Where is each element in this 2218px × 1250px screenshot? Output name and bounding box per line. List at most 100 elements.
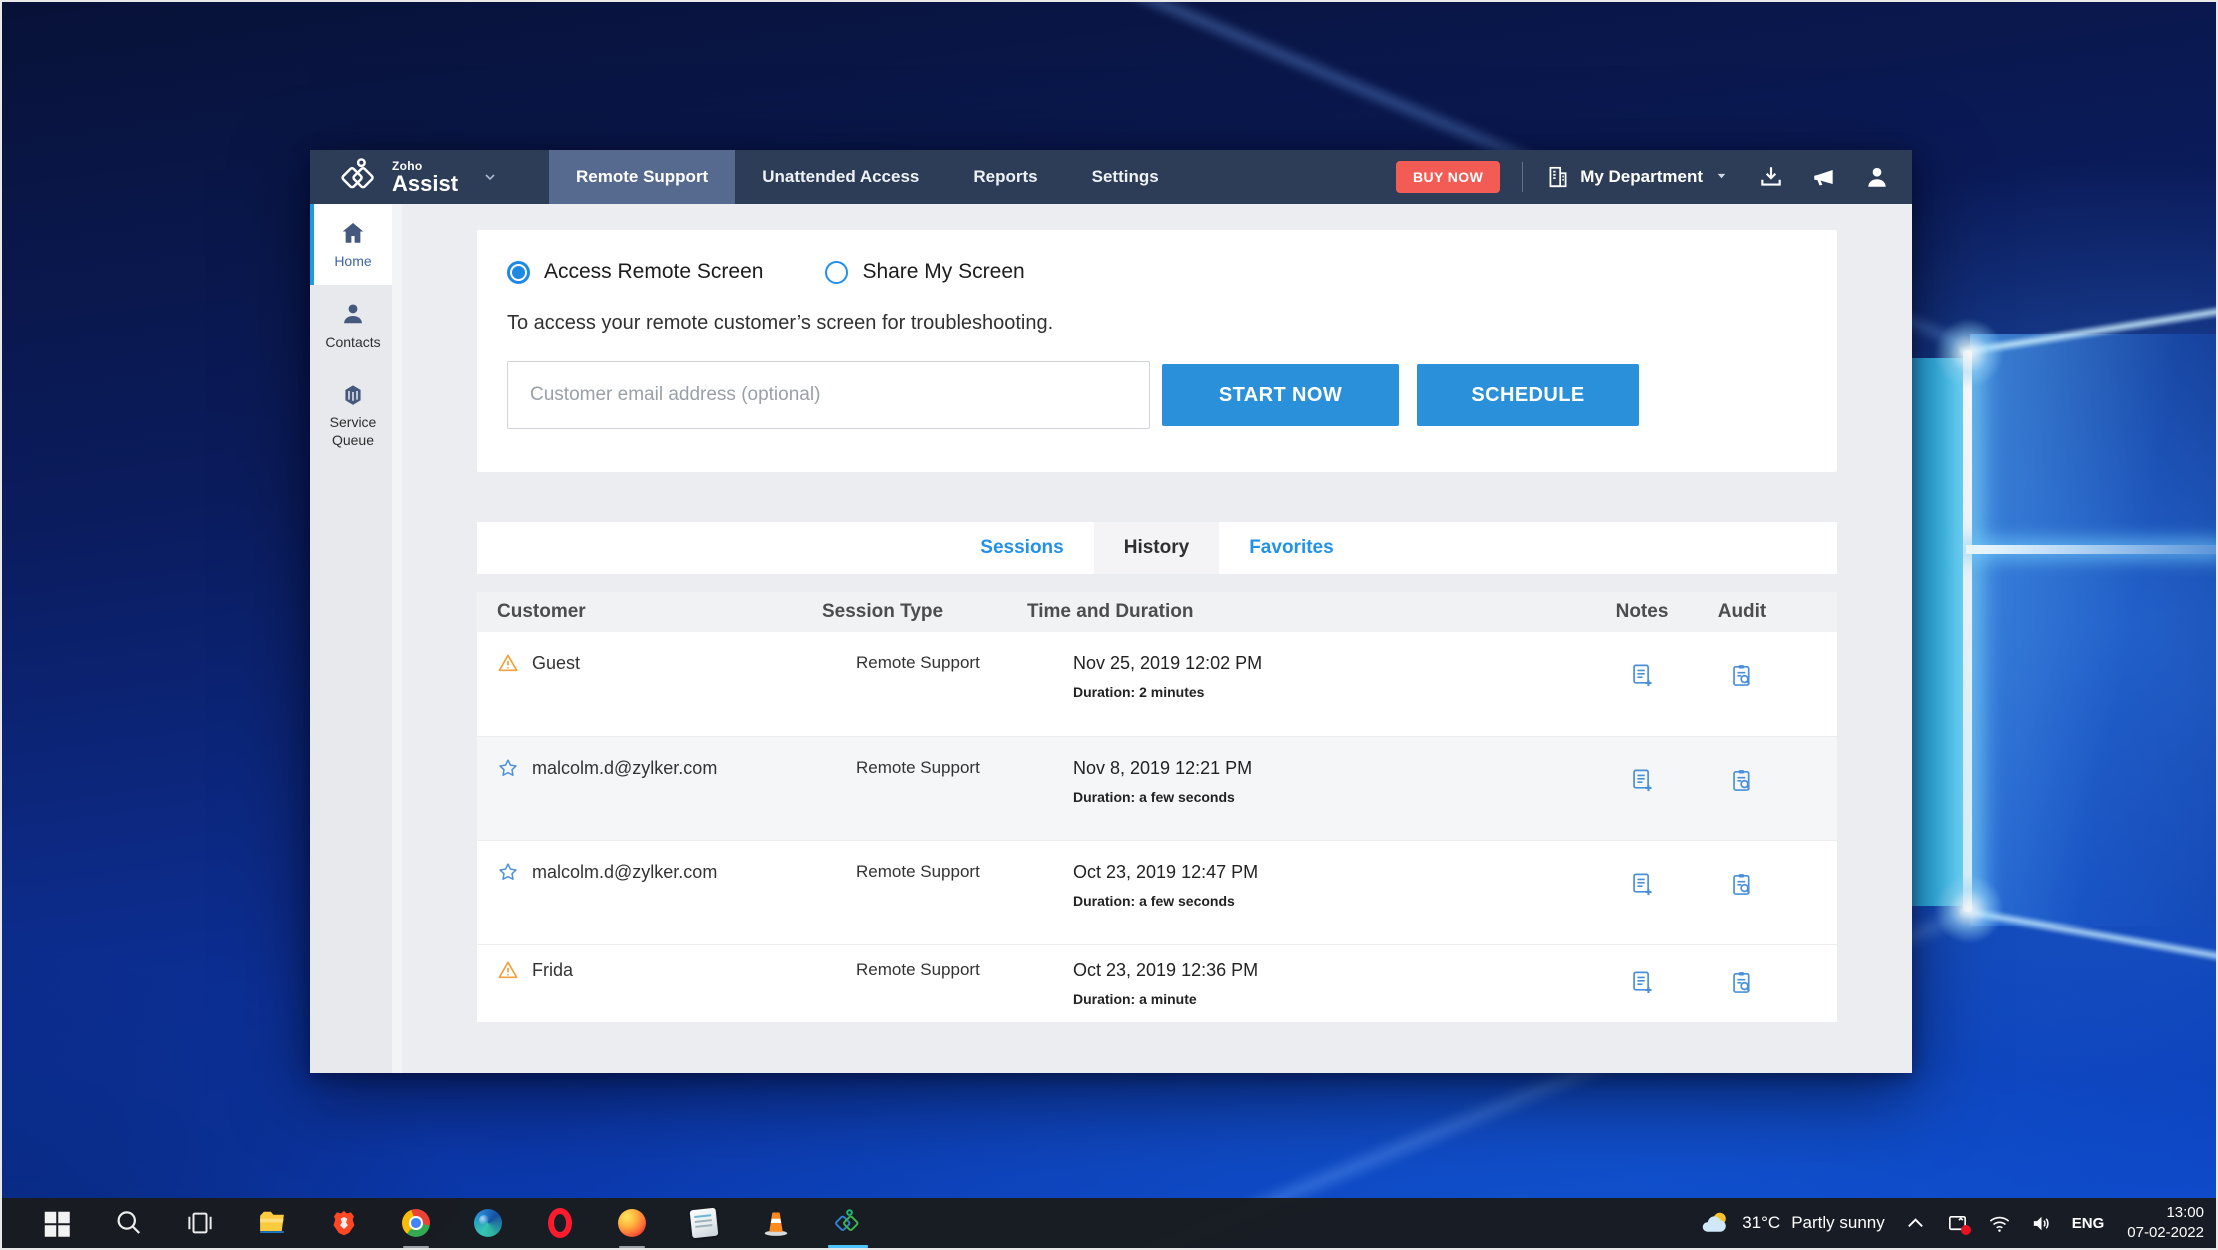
- zoho-assist-glyph: [833, 1208, 863, 1238]
- schedule-button[interactable]: SCHEDULE: [1417, 364, 1639, 426]
- sidebar: Home Contacts Service Queue: [310, 204, 402, 1073]
- column-header-time-and-duration: Time and Duration: [1027, 601, 1592, 623]
- session-mode-radios: Access Remote Screen Share My Screen: [507, 260, 1807, 284]
- vlc-icon[interactable]: [754, 1198, 798, 1248]
- view-audit-icon[interactable]: [1692, 662, 1792, 700]
- brave-icon[interactable]: [322, 1198, 366, 1248]
- language-indicator[interactable]: ENG: [2072, 1215, 2105, 1232]
- radio-share-my-screen[interactable]: Share My Screen: [825, 260, 1024, 284]
- remote-session-panel: Access Remote ScreenShare My Screen To a…: [477, 230, 1837, 472]
- zoho-assist-icon[interactable]: [826, 1198, 870, 1248]
- tab-history[interactable]: History: [1094, 522, 1219, 574]
- clock-date: 07-02-2022: [2127, 1223, 2204, 1243]
- running-indicator: [403, 1246, 429, 1248]
- nav-tab-remote-support[interactable]: Remote Support: [549, 150, 735, 204]
- radio-circle[interactable]: [825, 261, 848, 284]
- wallpaper-window-edge: [1966, 545, 2218, 554]
- table-header: CustomerSession TypeTime and DurationNot…: [477, 592, 1837, 632]
- show-hidden-icons-chevron-up-icon[interactable]: [1904, 1212, 1927, 1235]
- add-notes-icon[interactable]: [1592, 767, 1692, 805]
- main-content: Access Remote ScreenShare My Screen To a…: [402, 204, 1912, 1073]
- task-view-icon[interactable]: [178, 1198, 222, 1248]
- column-header-customer: Customer: [497, 601, 822, 623]
- zoho-assist-logo-icon: [338, 156, 380, 198]
- customer-name: Guest: [532, 653, 580, 674]
- volume-icon[interactable]: [2030, 1212, 2053, 1235]
- sidebar-item-label: Service Queue: [315, 414, 391, 449]
- chrome-icon[interactable]: [394, 1198, 438, 1248]
- wifi-icon[interactable]: [1988, 1212, 2011, 1235]
- customer-email-input[interactable]: [507, 361, 1150, 429]
- system-tray: 31°C Partly sunny ENG 13:00 07-02: [1701, 1198, 2218, 1248]
- nav-icons: [1758, 164, 1890, 190]
- search-icon[interactable]: [106, 1198, 150, 1248]
- clock[interactable]: 13:00 07-02-2022: [2123, 1203, 2204, 1244]
- sidebar-item-label: Contacts: [315, 334, 391, 352]
- radio-label: Access Remote Screen: [544, 260, 763, 284]
- cell-time-duration: Oct 23, 2019 12:36 PMDuration: a minute: [1027, 960, 1592, 1007]
- buy-now-button[interactable]: BUY NOW: [1396, 161, 1500, 193]
- view-audit-icon[interactable]: [1692, 871, 1792, 909]
- weather-widget[interactable]: 31°C Partly sunny: [1701, 1208, 1885, 1238]
- favorite-star-icon: [497, 861, 519, 883]
- view-audit-icon[interactable]: [1692, 969, 1792, 1007]
- add-notes-icon[interactable]: [1592, 662, 1692, 700]
- brand-text: Zoho Assist: [392, 160, 458, 195]
- department-selector[interactable]: My Department: [1545, 164, 1728, 190]
- radio-circle[interactable]: [507, 261, 530, 284]
- sidebar-item-service-queue[interactable]: Service Queue: [310, 365, 392, 463]
- action-center-icon[interactable]: [1946, 1212, 1969, 1235]
- warning-icon: [497, 652, 519, 674]
- start-now-button[interactable]: START NOW: [1162, 364, 1399, 426]
- column-header-audit: Audit: [1692, 601, 1792, 623]
- cell-customer: Frida: [497, 960, 822, 1007]
- department-label: My Department: [1580, 167, 1703, 187]
- edge-icon[interactable]: [466, 1198, 510, 1248]
- start-glyph: [41, 1208, 71, 1238]
- file-explorer-icon[interactable]: [250, 1198, 294, 1248]
- sidebar-item-label: Home: [315, 253, 391, 271]
- temperature: 31°C: [1742, 1213, 1780, 1233]
- column-header-session-type: Session Type: [822, 601, 1027, 623]
- add-notes-icon[interactable]: [1592, 969, 1692, 1007]
- announcements-megaphone-icon[interactable]: [1811, 164, 1837, 190]
- nav-tab-reports[interactable]: Reports: [946, 150, 1064, 204]
- table-row[interactable]: malcolm.d@zylker.comRemote SupportNov 8,…: [477, 736, 1837, 840]
- firefox-icon[interactable]: [610, 1198, 654, 1248]
- cell-session-type: Remote Support: [822, 758, 1027, 805]
- running-indicator: [828, 1245, 868, 1248]
- sessions-table: CustomerSession TypeTime and DurationNot…: [477, 592, 1837, 1022]
- app-switcher-chevron-down-icon[interactable]: [482, 169, 498, 185]
- table-row[interactable]: GuestRemote SupportNov 25, 2019 12:02 PM…: [477, 632, 1837, 736]
- sidebar-item-contacts[interactable]: Contacts: [310, 285, 392, 366]
- session-time: Oct 23, 2019 12:47 PM: [1073, 862, 1592, 883]
- nav-tabs: Remote SupportUnattended AccessReportsSe…: [549, 150, 1186, 204]
- chrome-glyph: [401, 1208, 431, 1238]
- tab-favorites[interactable]: Favorites: [1219, 522, 1363, 574]
- table-row[interactable]: Frida Remote SupportOct 23, 2019 12:36 PM…: [477, 944, 1837, 1022]
- app-body: Home Contacts Service Queue Access Remote …: [310, 204, 1912, 1073]
- customer-name: malcolm.d@zylker.com: [532, 758, 717, 779]
- wallpaper-window-pane: [1970, 334, 2218, 926]
- user-profile-icon[interactable]: [1864, 164, 1890, 190]
- add-notes-icon[interactable]: [1592, 871, 1692, 909]
- notes-app-icon[interactable]: [682, 1198, 726, 1248]
- view-audit-icon[interactable]: [1692, 767, 1792, 805]
- cell-session-type: Remote Support: [822, 653, 1027, 700]
- table-row[interactable]: malcolm.d@zylker.comRemote SupportOct 23…: [477, 840, 1837, 944]
- radio-access-remote-screen[interactable]: Access Remote Screen: [507, 260, 763, 284]
- vlc-glyph: [761, 1208, 791, 1238]
- sidebar-item-home[interactable]: Home: [310, 204, 392, 285]
- start-icon[interactable]: [34, 1198, 78, 1248]
- cell-session-type: Remote Support: [822, 960, 1027, 1007]
- nav-tab-settings[interactable]: Settings: [1065, 150, 1186, 204]
- customer-name: Frida: [532, 960, 573, 981]
- download-icon[interactable]: [1758, 164, 1784, 190]
- contacts-icon: [340, 301, 366, 327]
- nav-tab-unattended-access[interactable]: Unattended Access: [735, 150, 946, 204]
- brave-glyph: [329, 1208, 359, 1238]
- opera-icon[interactable]: [538, 1198, 582, 1248]
- email-row: START NOW SCHEDULE: [507, 361, 1807, 429]
- tab-sessions[interactable]: Sessions: [950, 522, 1093, 574]
- nav-divider: [1522, 162, 1523, 192]
